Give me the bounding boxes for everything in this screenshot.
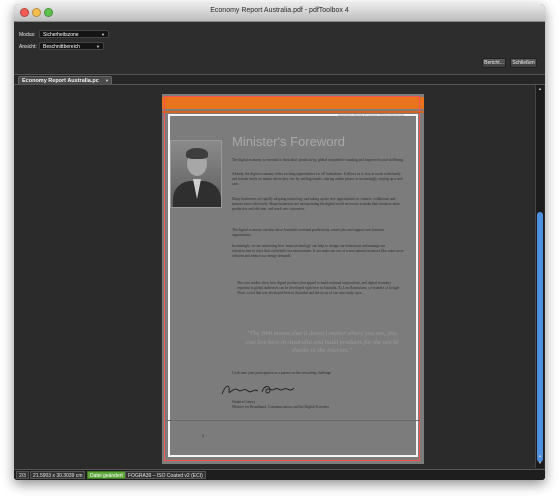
status-page-size: 21.5903 x 30.3039 cm: [30, 471, 86, 479]
paragraph: Increasingly, we are witnessing how 'sma…: [232, 244, 404, 259]
status-bar: 2/3 21.5903 x 30.3039 cm Datei geändert …: [14, 469, 545, 480]
scroll-down-icon[interactable]: ▼: [536, 460, 544, 465]
scroll-up-icon[interactable]: ▲: [536, 453, 544, 458]
photo-hair: [186, 148, 208, 159]
status-page: 2/3: [16, 471, 29, 479]
page-header-text: Australia's Digital Economy: Future Dire…: [337, 113, 404, 117]
window-title: Economy Report Australia.pdf - pdfToolbo…: [210, 7, 349, 14]
page-number: 3: [202, 434, 204, 438]
pull-quote: "The Web means that it doesn't matter wh…: [246, 330, 398, 354]
bleed-guide-line: [166, 420, 420, 421]
view-label: Ansicht:: [19, 44, 37, 50]
scroll-up-icon[interactable]: ▲: [536, 86, 544, 91]
view-select-value: Beschnittbereich: [43, 44, 80, 50]
paragraph: The case studies show how digital produc…: [237, 281, 400, 296]
paragraph: The digital economy can also drive Austr…: [232, 228, 385, 238]
mode-select-value: Sicherheitszone: [43, 32, 79, 38]
page-heading: Minister's Foreword: [232, 134, 346, 149]
paragraph: The digital economy is essential to Aust…: [232, 158, 404, 162]
paragraph: Many businesses are rapidly adopting tec…: [232, 197, 400, 212]
app-window: Economy Report Australia.pdf - pdfToolbo…: [14, 4, 545, 480]
signatory-title: Minister for Broadband, Communications a…: [232, 405, 330, 409]
chevron-down-icon: ▼: [101, 32, 105, 37]
view-select[interactable]: Beschnittbereich ▼: [39, 42, 104, 50]
status-modified-badge: Datei geändert: [87, 471, 126, 479]
pdf-page: Australia's Digital Economy: Future Dire…: [162, 94, 424, 464]
closing-line: I welcome your participation as a partne…: [232, 371, 331, 375]
mode-label: Modus:: [19, 32, 36, 38]
minister-photo: [170, 140, 222, 208]
signatory: Stephen Conroy Minister for Broadband, C…: [232, 400, 412, 410]
mode-select[interactable]: Sicherheitszone ▼: [39, 30, 109, 38]
close-button[interactable]: Schließen: [510, 58, 537, 68]
tab-document[interactable]: Economy Report Australia.pc ▼: [18, 76, 112, 84]
document-tab-bar: Economy Report Australia.pc ▼: [14, 75, 545, 85]
status-output-profile: FOGRA39 – ISO Coated v2 (ECI): [125, 471, 206, 479]
chevron-down-icon[interactable]: ▼: [105, 77, 109, 84]
vertical-scrollbar[interactable]: ▲ ▲ ▼: [535, 85, 544, 468]
report-button[interactable]: Bericht...: [482, 58, 506, 68]
scrollbar-thumb[interactable]: [537, 212, 543, 462]
toolbar: Modus: Sicherheitszone ▼ Ansicht: Beschn…: [14, 22, 545, 75]
title-bar: Economy Report Australia.pdf - pdfToolbo…: [14, 4, 545, 22]
paragraph: Already, the digital economy offers exci…: [232, 172, 403, 187]
signature-image: [221, 385, 295, 395]
chevron-down-icon: ▼: [96, 44, 100, 49]
tab-document-label: Economy Report Australia.pc: [22, 78, 99, 84]
